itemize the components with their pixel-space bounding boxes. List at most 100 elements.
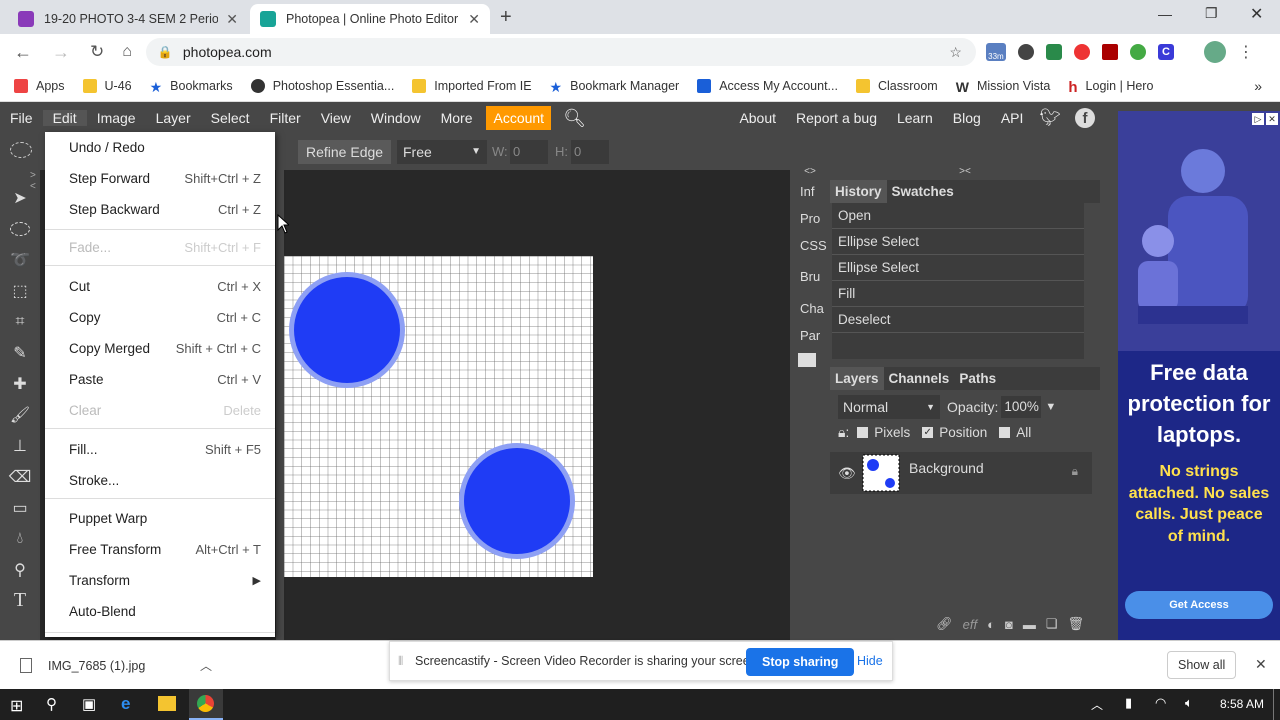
screencastify-extension-icon[interactable]	[1073, 44, 1090, 60]
panel-info[interactable]: Inf	[790, 180, 830, 207]
wifi-icon[interactable]: ◠	[1155, 695, 1166, 711]
new-tab-icon[interactable]: +	[500, 6, 512, 29]
crop-tool-icon[interactable]: ⌗	[0, 306, 40, 337]
ad-info-icon[interactable]: ▷	[1252, 113, 1264, 125]
tab-history[interactable]: History	[830, 180, 887, 203]
dodge-tool-icon[interactable]: ⚲	[0, 554, 40, 585]
menu-item-puppet-warp[interactable]: Puppet Warp	[45, 504, 275, 532]
lock-position-checkbox[interactable]: ✓	[922, 426, 934, 438]
history-item[interactable]: Open	[832, 203, 1084, 229]
reload-icon[interactable]: ↻	[90, 42, 104, 62]
image-panel-icon[interactable]	[798, 353, 816, 367]
menu-item-free-transform[interactable]: Free Transform Alt+Ctrl + T	[45, 535, 275, 563]
home-icon[interactable]: ⌂	[122, 43, 132, 61]
menu-blog[interactable]: Blog	[943, 110, 991, 126]
history-item[interactable]: Fill	[832, 281, 1084, 307]
restore-icon[interactable]: ❐	[1205, 5, 1218, 22]
menu-item-transform[interactable]: Transform ▶	[45, 566, 275, 594]
menu-about[interactable]: About	[729, 110, 786, 126]
panel-properties[interactable]: Pro	[790, 207, 830, 234]
menu-layer[interactable]: Layer	[146, 110, 201, 126]
tab-swatches[interactable]: Swatches	[887, 180, 959, 203]
bookmark-link[interactable]: ★ Bookmark Manager	[550, 79, 680, 95]
extension-icon[interactable]	[1129, 44, 1146, 60]
menu-image[interactable]: Image	[87, 110, 146, 126]
ad-close-icon[interactable]: ✕	[1266, 113, 1278, 125]
account-button[interactable]: Account	[486, 106, 552, 130]
menu-report-bug[interactable]: Report a bug	[786, 110, 887, 126]
menu-item-step-forward[interactable]: Step Forward Shift+Ctrl + Z	[45, 164, 275, 192]
minimize-icon[interactable]: —	[1158, 6, 1172, 22]
c-extension-icon[interactable]: C	[1157, 44, 1174, 60]
menu-item-stroke[interactable]: Stroke...	[45, 466, 275, 494]
delete-layer-icon[interactable]: 🗑︎	[1067, 616, 1084, 632]
search-icon[interactable]: ⚲	[46, 695, 57, 713]
layer-mask-icon[interactable]: ◙	[1005, 617, 1013, 632]
avatar[interactable]	[1203, 41, 1226, 63]
twitter-icon[interactable]: 🐦︎	[1039, 108, 1061, 128]
brush-tool-icon[interactable]: 🖌︎	[0, 399, 40, 430]
eyedropper-tool-icon[interactable]: ✎	[0, 337, 40, 368]
tab-classroom[interactable]: 19-20 PHOTO 3-4 SEM 2 Period 6 ✕	[8, 4, 248, 34]
clock[interactable]: 8:58 AM	[1220, 697, 1264, 711]
opacity-input[interactable]: 100%	[1001, 396, 1042, 418]
refine-edge-button[interactable]: Refine Edge	[298, 140, 392, 164]
menu-item-paste[interactable]: Paste Ctrl + V	[45, 365, 275, 393]
task-view-icon[interactable]: ▣	[82, 695, 96, 713]
close-download-bar-icon[interactable]: ✕	[1255, 656, 1267, 673]
lasso-tool-icon[interactable]: ➰	[0, 244, 40, 275]
chrome-taskbar-button[interactable]	[189, 689, 223, 720]
menu-filter[interactable]: Filter	[260, 110, 311, 126]
ellipse-marquee-tool-icon[interactable]	[0, 213, 40, 244]
menu-item-cut[interactable]: Cut Ctrl + X	[45, 272, 275, 300]
layer-row[interactable]: 👁︎ Background 🔒︎	[830, 452, 1092, 494]
eraser-tool-icon[interactable]: ⌫	[0, 461, 40, 492]
tab-photopea[interactable]: Photopea | Online Photo Editor ✕	[250, 4, 490, 34]
new-layer-icon[interactable]: ❏	[1046, 616, 1058, 632]
menu-file[interactable]: File	[0, 110, 43, 126]
menu-window[interactable]: Window	[361, 110, 431, 126]
width-input[interactable]: 0	[510, 140, 548, 164]
lock-all-checkbox[interactable]	[999, 426, 1011, 438]
panel-css[interactable]: CSS	[790, 234, 830, 265]
height-input[interactable]: 0	[571, 140, 609, 164]
volume-icon[interactable]: 🔈︎	[1185, 695, 1193, 711]
lock-pixels-checkbox[interactable]	[857, 426, 869, 438]
menu-item-undo-redo[interactable]: Undo / Redo	[45, 133, 275, 161]
hide-button[interactable]: Hide	[857, 654, 883, 668]
forward-icon[interactable]: →	[52, 42, 70, 63]
bookmark-link[interactable]: Access My Account...	[697, 78, 838, 93]
layer-effects-button[interactable]: eff	[963, 617, 977, 632]
menu-edit[interactable]: Edit	[42, 110, 87, 126]
menu-view[interactable]: View	[311, 110, 361, 126]
collapse-panels-icon[interactable]: ><	[830, 166, 1100, 180]
show-desktop-button[interactable]	[1273, 689, 1274, 720]
history-item[interactable]: Deselect	[832, 307, 1084, 333]
drag-handle-icon[interactable]: ⦀	[398, 654, 403, 669]
eye-visibility-icon[interactable]: 👁︎	[838, 465, 856, 482]
bookmark-folder[interactable]: ★ Bookmarks	[150, 79, 233, 95]
advertisement[interactable]: ▷ ✕ Free data protection for laptops. No…	[1118, 111, 1280, 640]
document-canvas[interactable]	[284, 256, 593, 577]
bookmark-link[interactable]: Photoshop Essentia...	[250, 78, 394, 93]
ad-cta-button[interactable]: Get Access	[1125, 591, 1273, 619]
menu-learn[interactable]: Learn	[887, 110, 943, 126]
bookmark-folder[interactable]: Imported From IE	[412, 78, 532, 93]
collapse-tools-icon[interactable]: ><	[0, 170, 40, 192]
file-explorer-icon[interactable]	[158, 696, 176, 711]
opacity-dropdown-icon[interactable]: ▼	[1045, 401, 1056, 413]
close-tab-icon[interactable]: ✕	[218, 11, 238, 28]
menu-more[interactable]: More	[431, 110, 483, 126]
link-layers-icon[interactable]: 🔗︎	[936, 616, 953, 632]
style-select[interactable]: Free ▼	[397, 140, 487, 164]
bookmark-link[interactable]: h Login | Hero	[1068, 79, 1153, 96]
menu-item-fade[interactable]: Fade... Shift+Ctrl + F	[45, 233, 275, 261]
adjustment-layer-icon[interactable]: ◐	[987, 617, 995, 632]
blur-tool-icon[interactable]: 💧︎	[0, 523, 40, 554]
panel-character[interactable]: Cha	[790, 297, 830, 324]
close-tab-icon[interactable]: ✕	[460, 11, 480, 28]
menu-select[interactable]: Select	[201, 110, 260, 126]
extension-icon[interactable]	[1045, 44, 1062, 60]
search-icon[interactable]: 🔍︎	[563, 108, 586, 129]
download-filename[interactable]: IMG_7685 (1).jpg	[48, 659, 145, 673]
